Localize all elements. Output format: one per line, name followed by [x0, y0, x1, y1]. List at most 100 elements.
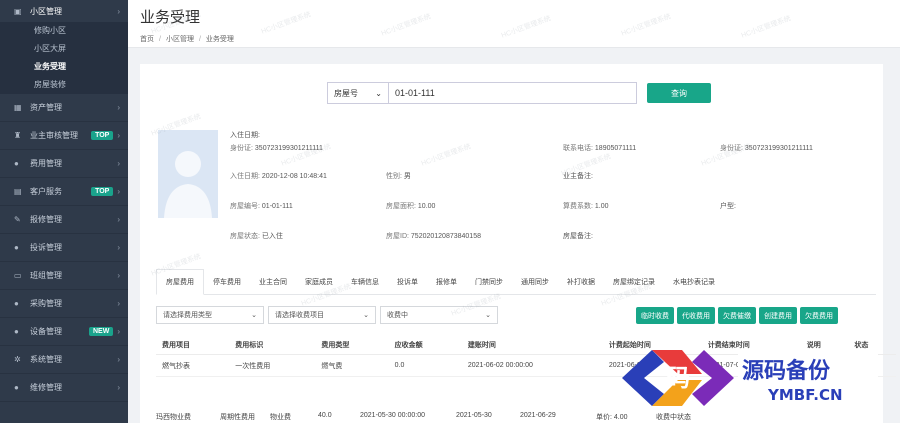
gender-info: 性别: 男 — [386, 173, 411, 180]
menu-icon: ✎ — [14, 215, 21, 224]
chevron-down-icon: ⌄ — [485, 312, 491, 319]
sidebar-item-10[interactable]: ✲ 系统管理 › — [0, 346, 128, 374]
room-info: 房屋编号: 01-01-111 — [230, 203, 293, 210]
chevron-right-icon: › — [117, 243, 120, 252]
chevron-right-icon: › — [117, 103, 120, 112]
owner-remark-info: 业主备注: — [563, 173, 593, 180]
sidebar-item-6[interactable]: ● 投诉管理 › — [0, 234, 128, 262]
action-button-1[interactable]: 代收费用 — [677, 307, 715, 324]
idcard2-info: 身份证: 350723199301211111 — [720, 145, 813, 152]
column-header: 费用类型 — [315, 336, 389, 355]
table-cell: 2021-06-02 00:00:00 — [461, 354, 603, 377]
menu-icon: ● — [14, 159, 19, 168]
table-cell: 0.0 — [388, 354, 462, 377]
sidebar-item-8[interactable]: ● 采购管理 › — [0, 290, 128, 318]
chevron-right-icon: › — [117, 6, 120, 16]
fee-status-select[interactable]: 收费中 ⌄ — [380, 306, 498, 324]
query-button[interactable]: 查询 — [647, 83, 711, 103]
svg-text:码: 码 — [666, 364, 690, 392]
menu-icon: ▭ — [14, 271, 22, 280]
tab-5[interactable]: 投诉单 — [388, 269, 427, 295]
tab-3[interactable]: 家庭成员 — [296, 269, 342, 295]
sidebar-item-7[interactable]: ▭ 班组管理 › — [0, 262, 128, 290]
chevron-right-icon: › — [117, 215, 120, 224]
chevron-right-icon: › — [117, 159, 120, 168]
tab-0[interactable]: 房屋费用 — [156, 269, 204, 295]
sidebar-item-11[interactable]: ● 维修管理 › — [0, 374, 128, 402]
sidebar-item-label: 班组管理 — [30, 271, 62, 280]
ymbf-logo-icon: 码 源码备份 YMBF.CN — [622, 350, 878, 406]
sidebar-item-label: 系统管理 — [30, 355, 62, 364]
sidebar-subitem-3[interactable]: 房屋装修 — [0, 76, 128, 94]
tab-8[interactable]: 通用同步 — [512, 269, 558, 295]
sidebar-item-label: 投诉管理 — [30, 243, 62, 252]
action-button-2[interactable]: 欠费催缴 — [718, 307, 756, 324]
search-input[interactable]: 01-01-111 — [389, 82, 637, 104]
column-header: 费用标识 — [229, 336, 316, 355]
tab-11[interactable]: 水电抄表记录 — [664, 269, 724, 295]
phone-info: 联系电话: 18905071111 — [563, 145, 637, 152]
tab-10[interactable]: 房屋绑定记录 — [604, 269, 664, 295]
sidebar-item-label: 维修管理 — [30, 383, 62, 392]
tab-6[interactable]: 报修单 — [427, 269, 466, 295]
tab-2[interactable]: 业主合同 — [250, 269, 296, 295]
breadcrumb-link[interactable]: 小区管理 — [166, 36, 194, 43]
fee-item-select[interactable]: 请选择收费项目 ⌄ — [268, 306, 376, 324]
menu-icon: ▤ — [14, 187, 22, 196]
fee-type-select[interactable]: 请选择费用类型 ⌄ — [156, 306, 264, 324]
sidebar-item-label: 资产管理 — [30, 103, 62, 112]
checkin-time-info: 入住日期: 2020-12-08 10:48:41 — [230, 173, 327, 180]
tab-1[interactable]: 停车费用 — [204, 269, 250, 295]
menu-badge: TOP — [91, 131, 114, 140]
chevron-down-icon: ⌄ — [251, 312, 257, 319]
breadcrumb-link[interactable]: 业务受理 — [206, 36, 234, 43]
tab-7[interactable]: 门禁同步 — [466, 269, 512, 295]
svg-text:源码备份: 源码备份 — [742, 358, 831, 384]
row-type: 物业费 — [270, 414, 291, 421]
chevron-right-icon: › — [117, 271, 120, 280]
sidebar-item-5[interactable]: ✎ 报修管理 › — [0, 206, 128, 234]
row-amount: 40.0 — [318, 412, 332, 419]
sidebar-item-9[interactable]: ● 设备管理 NEW › — [0, 318, 128, 346]
search-type-select[interactable]: 房屋号 ⌄ — [327, 82, 389, 104]
table-cell: 燃气费 — [315, 354, 389, 377]
row-unit-price: 单价: 4.00 — [596, 414, 628, 421]
tab-4[interactable]: 车辆信息 — [342, 269, 388, 295]
search-row: 房屋号 ⌄ 01-01-111 查询 — [327, 82, 711, 104]
owner-avatar — [158, 130, 218, 218]
sidebar-item-label: 小区管理 — [30, 6, 62, 16]
menu-badge: NEW — [88, 327, 114, 336]
sidebar-item-0[interactable]: ▣ 小区管理 › — [0, 0, 128, 22]
menu-icon: ▦ — [14, 103, 22, 112]
sidebar-subitem-2[interactable]: 业务受理 — [0, 58, 128, 76]
sidebar-item-4[interactable]: ▤ 客户服务 TOP › — [0, 178, 128, 206]
action-button-4[interactable]: 欠费费用 — [800, 307, 838, 324]
chevron-right-icon: › — [117, 131, 120, 140]
tab-9[interactable]: 补打收据 — [558, 269, 604, 295]
breadcrumb-link[interactable]: 首页 — [140, 36, 154, 43]
row-start: 2021-05-30 — [456, 412, 492, 419]
row-item: 玛西物业费 — [156, 414, 191, 421]
action-buttons: 临时收费 代收费用 欠费催缴 创建费用 欠费费用 — [636, 307, 841, 324]
table-cell: 一次性费用 — [229, 354, 316, 377]
factor-info: 算费系数: 1.00 — [563, 203, 609, 210]
sidebar-item-label: 客户服务 — [30, 187, 62, 196]
menu-icon: ● — [14, 327, 19, 336]
row-flag: 周期性费用 — [220, 414, 255, 421]
column-header: 建账时间 — [461, 336, 603, 355]
sidebar-item-3[interactable]: ● 费用管理 › — [0, 150, 128, 178]
chevron-down-icon: ⌄ — [375, 88, 382, 98]
action-button-0[interactable]: 临时收费 — [636, 307, 674, 324]
breadcrumb-separator: / — [159, 36, 161, 43]
page-header: 业务受理 首页 / 小区管理 / 业务受理 — [128, 0, 900, 48]
action-button-3[interactable]: 创建费用 — [759, 307, 797, 324]
sidebar-item-2[interactable]: ♜ 业主审核管理 TOP › — [0, 122, 128, 150]
chevron-right-icon: › — [117, 327, 120, 336]
sidebar-subitem-0[interactable]: 修购小区 — [0, 22, 128, 40]
sidebar-item-label: 设备管理 — [30, 327, 62, 336]
business-tabs: 房屋费用 停车费用 业主合同 家庭成员 车辆信息 投诉单 报修单 门禁同步 通用同步 补打收据 房屋… — [156, 269, 876, 295]
table-cell: 燃气抄表 — [156, 354, 230, 377]
sidebar-subitem-1[interactable]: 小区大屏 — [0, 40, 128, 58]
menu-icon: ✲ — [14, 355, 21, 364]
sidebar-item-1[interactable]: ▦ 资产管理 › — [0, 94, 128, 122]
